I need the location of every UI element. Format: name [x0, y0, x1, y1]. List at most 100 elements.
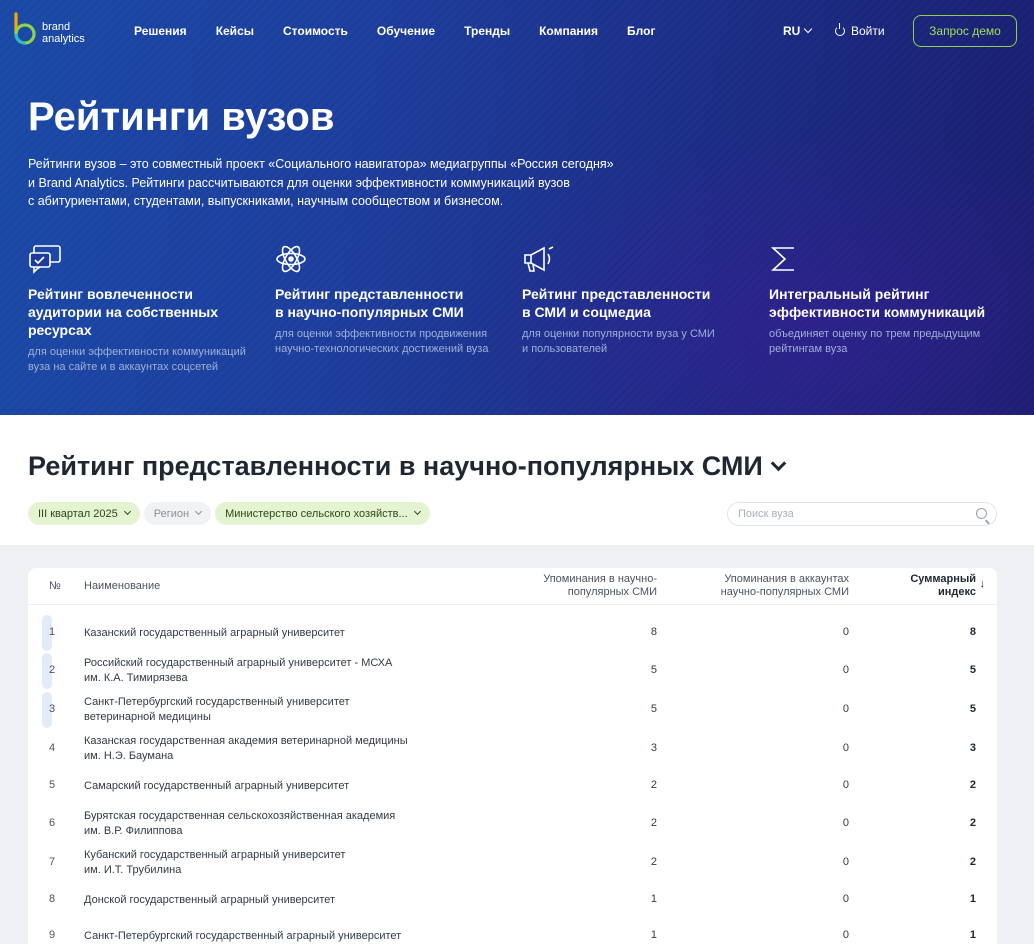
header-divider: [28, 604, 997, 605]
total-index-value: 2: [969, 856, 976, 868]
power-icon: [835, 23, 845, 36]
card-description-line: вуза на сайте и в аккаунтах соцсетей: [28, 361, 219, 373]
card-description: для оценки эффективности коммуникаций ву…: [28, 345, 253, 375]
table-row[interactable]: 2 Российский государственный аграрный уни…: [28, 653, 997, 689]
header-name[interactable]: Наименование: [84, 580, 160, 593]
university-name[interactable]: Казанская государственная академия ветер…: [84, 734, 424, 764]
region-filter[interactable]: Регион: [143, 502, 212, 525]
table-row[interactable]: 3 Санкт-Петербургский государственный уни…: [28, 692, 997, 728]
table-row[interactable]: 5 Самарский государственный аграрный унив…: [28, 768, 997, 804]
chevron-down-icon: [770, 455, 787, 472]
request-demo-button[interactable]: Запрос демо: [913, 15, 1017, 47]
header-account-mentions[interactable]: Упоминания в аккаунтах научно-популярных…: [721, 573, 849, 599]
brand-logo[interactable]: brand analytics: [12, 12, 102, 48]
card-integral-rating[interactable]: Интегральный рейтинг эффективности комму…: [769, 243, 994, 357]
university-name[interactable]: Санкт-Петербургский государственный агра…: [84, 929, 424, 944]
table-row[interactable]: 8 Донской государственный аграрный универ…: [28, 882, 997, 918]
account-mentions-value: 0: [842, 779, 849, 791]
university-name-line: Российский государственный аграрный унив…: [84, 657, 393, 669]
rating-table: № Наименование Упоминания в научно- попу…: [28, 568, 997, 944]
science-media-mentions-value: 2: [650, 779, 657, 791]
megaphone-icon: [524, 246, 554, 272]
card-description-line: для оценки эффективности продвижения: [275, 328, 488, 340]
nav-item-trends[interactable]: Тренды: [464, 24, 510, 38]
university-search: [727, 502, 997, 526]
language-selector[interactable]: RU: [783, 24, 813, 38]
science-media-mentions-value: 3: [650, 742, 657, 754]
rating-section-header: Рейтинг представленности в научно-популя…: [0, 415, 1034, 545]
header-line: Упоминания в аккаунтах: [724, 573, 849, 585]
hero-description: Рейтинги вузов – это совместный проект «…: [28, 155, 628, 211]
nav-item-solutions[interactable]: Решения: [134, 24, 187, 38]
university-name[interactable]: Бурятская государственная сельскохозяйст…: [84, 809, 424, 839]
chevron-down-icon: [804, 24, 813, 34]
header-total-index[interactable]: Суммарный индекс ↓: [910, 573, 985, 599]
account-mentions-value: 0: [842, 893, 849, 905]
search-input[interactable]: [738, 508, 958, 520]
university-name[interactable]: Российский государственный аграрный унив…: [84, 656, 424, 686]
card-title-line: в СМИ и соцмедиа: [522, 304, 651, 320]
total-index-value: 3: [969, 742, 976, 754]
login-link[interactable]: Войти: [835, 23, 885, 38]
rank-number: 3: [49, 703, 56, 715]
university-name[interactable]: Самарский государственный аграрный униве…: [84, 779, 424, 794]
nav-item-company[interactable]: Компания: [539, 24, 598, 38]
brand-logo-text: brand analytics: [42, 21, 85, 45]
university-name-line: Кубанский государственный аграрный униве…: [84, 849, 346, 861]
header-line: индекс: [938, 586, 976, 598]
card-science-media-rating[interactable]: Рейтинг представленности в научно-популя…: [275, 243, 500, 357]
hero-banner: brand analytics Решения Кейсы Стоимость …: [0, 0, 1034, 415]
card-description-line: для оценки эффективности коммуникаций: [28, 346, 246, 358]
language-label: RU: [783, 24, 801, 38]
rank-number: 7: [49, 856, 56, 868]
table-row[interactable]: 6 Бурятская государственная сельскохозяйс…: [28, 806, 997, 842]
nav-item-learning[interactable]: Обучение: [377, 24, 435, 38]
card-title-line: Рейтинг представленности: [275, 286, 464, 302]
university-name-line: им. И.Т. Трубилина: [84, 864, 182, 876]
card-description: для оценки эффективности продвижения нау…: [275, 327, 500, 357]
period-filter[interactable]: III квартал 2025: [28, 502, 140, 525]
university-name-line: Самарский государственный аграрный униве…: [84, 780, 350, 792]
table-row[interactable]: 9 Санкт-Петербургский государственный агр…: [28, 918, 997, 944]
period-filter-label: III квартал 2025: [38, 507, 118, 520]
card-title: Рейтинг представленности в СМИ и соцмеди…: [522, 285, 747, 321]
atom-icon: [276, 245, 306, 273]
total-index-value: 1: [969, 893, 976, 905]
rank-number: 6: [49, 817, 56, 829]
header-line: Упоминания в научно-: [543, 573, 657, 585]
header-line: научно-популярных СМИ: [720, 586, 849, 598]
table-row[interactable]: 7 Кубанский государственный аграрный унив…: [28, 845, 997, 881]
total-index-value: 5: [969, 664, 976, 676]
university-name[interactable]: Донской государственный аграрный универс…: [84, 893, 424, 908]
total-index-value: 5: [969, 703, 976, 715]
university-name[interactable]: Кубанский государственный аграрный униве…: [84, 848, 424, 878]
university-name[interactable]: Казанский государственный аграрный униве…: [84, 626, 424, 641]
table-row[interactable]: 1 Казанский государственный аграрный унив…: [28, 615, 997, 651]
university-name-line: Казанский государственный аграрный униве…: [84, 627, 345, 639]
science-media-mentions-value: 5: [650, 703, 657, 715]
card-title: Интегральный рейтинг эффективности комму…: [769, 285, 994, 321]
ministry-filter[interactable]: Министерство сельского хозяйств...: [215, 502, 430, 525]
science-media-mentions-value: 1: [650, 893, 657, 905]
account-mentions-value: 0: [842, 626, 849, 638]
nav-item-cases[interactable]: Кейсы: [216, 24, 254, 38]
filter-bar: III квартал 2025 Регион Министерство сел…: [28, 502, 430, 525]
search-icon[interactable]: [976, 508, 987, 519]
card-engagement-rating[interactable]: Рейтинг вовлеченности аудитории на собст…: [28, 243, 253, 375]
total-index-value: 2: [969, 817, 976, 829]
university-name-line: им. К.А. Тимирязева: [84, 672, 188, 684]
university-name-line: им. Н.Э. Баумана: [84, 750, 174, 762]
card-media-social-rating[interactable]: Рейтинг представленности в СМИ и соцмеди…: [522, 243, 747, 357]
card-description-line: научно-технологических достижений вуза: [275, 343, 489, 355]
nav-item-blog[interactable]: Блог: [627, 24, 655, 38]
header-science-media-mentions[interactable]: Упоминания в научно- популярных СМИ: [543, 573, 657, 599]
account-mentions-value: 0: [842, 703, 849, 715]
card-title-line: эффективности коммуникаций: [769, 304, 986, 320]
table-row[interactable]: 4 Казанская государственная академия вете…: [28, 731, 997, 767]
account-mentions-value: 0: [842, 742, 849, 754]
card-description: объединяет оценку по трем предыдущим рей…: [769, 327, 994, 357]
nav-item-pricing[interactable]: Стоимость: [283, 24, 348, 38]
rating-selector[interactable]: Рейтинг представленности в научно-популя…: [28, 451, 787, 482]
university-name[interactable]: Санкт-Петербургский государственный унив…: [84, 695, 424, 725]
total-index-value: 2: [969, 779, 976, 791]
